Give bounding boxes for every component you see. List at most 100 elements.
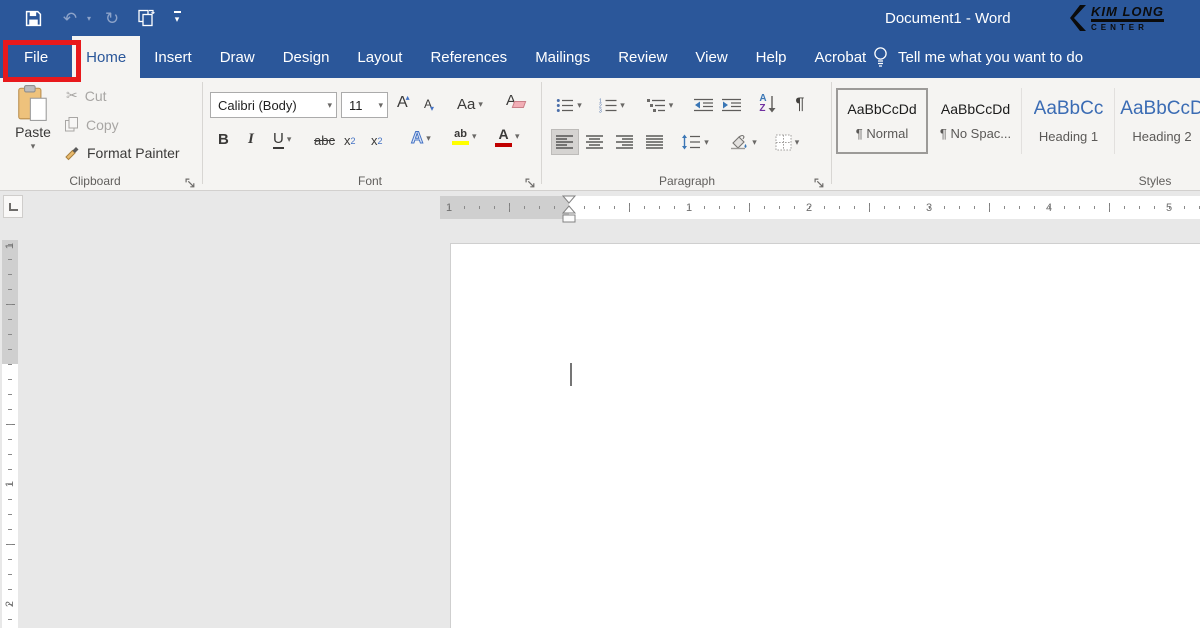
cut-button[interactable]: ✂ Cut [66, 87, 107, 104]
font-size-combo[interactable]: 11 ▾ [341, 92, 388, 118]
document-page[interactable] [450, 243, 1200, 628]
chevron-down-icon[interactable]: ▾ [704, 137, 709, 148]
style-preview: AaBbCcD [1120, 98, 1200, 120]
superscript-button[interactable]: x2 [371, 133, 383, 148]
tab-insert[interactable]: Insert [140, 36, 206, 78]
indent-markers[interactable] [562, 195, 577, 228]
style-no-spacing[interactable]: AaBbCcDd ¶ No Spac... [930, 88, 1022, 154]
left-indent-marker[interactable] [563, 215, 575, 222]
paragraph-group-label: Paragraph [622, 174, 752, 188]
format-painter-button[interactable]: Format Painter [64, 144, 180, 161]
shading-bucket-icon [729, 134, 749, 151]
chevron-down-icon[interactable]: ▾ [378, 100, 383, 111]
customize-quick-access-button[interactable]: ▾ [168, 0, 186, 36]
justify-button[interactable] [641, 129, 669, 155]
copy-quick-button[interactable] [132, 0, 160, 36]
clear-formatting-button[interactable]: A [506, 92, 525, 109]
change-case-button[interactable]: Aa ▾ [457, 96, 483, 113]
underline-icon: U [273, 131, 284, 149]
tab-help[interactable]: Help [742, 36, 801, 78]
tab-stop-selector[interactable] [3, 195, 23, 218]
italic-button[interactable]: I [248, 131, 254, 148]
copy-button[interactable]: Copy [64, 116, 119, 133]
chevron-down-icon[interactable]: ▾ [426, 133, 431, 144]
vertical-ruler[interactable]: 1 1 2 [2, 240, 18, 628]
strikethrough-button[interactable]: abc [314, 133, 335, 148]
increase-indent-button[interactable] [719, 93, 745, 117]
chevron-down-icon[interactable]: ▾ [669, 100, 674, 111]
tab-design[interactable]: Design [269, 36, 344, 78]
highlight-color-button[interactable]: ab ▾ [452, 128, 477, 145]
show-hide-marks-button[interactable]: ¶ [788, 91, 812, 117]
multilevel-list-button[interactable]: ▾ [638, 93, 682, 117]
decrease-indent-button[interactable] [691, 93, 717, 117]
superscript-number: 2 [378, 136, 383, 146]
paragraph-dialog-launcher[interactable] [814, 176, 825, 187]
chevron-down-icon[interactable]: ▾ [515, 131, 520, 142]
align-left-button[interactable] [551, 129, 579, 155]
sort-button[interactable]: A Z [753, 91, 783, 117]
ruler-number: 5 [1163, 202, 1175, 214]
first-line-indent-marker[interactable] [563, 196, 575, 203]
font-size-value: 11 [349, 98, 363, 113]
undo-dropdown[interactable]: ▾ [84, 0, 94, 36]
tab-references[interactable]: References [416, 36, 521, 78]
undo-button[interactable]: ↶ [58, 0, 82, 36]
tab-file[interactable]: File [0, 36, 72, 78]
hanging-indent-marker[interactable] [563, 206, 575, 213]
font-name-combo[interactable]: Calibri (Body) ▾ [210, 92, 337, 118]
chevron-down-icon[interactable]: ▾ [327, 100, 332, 111]
tab-view[interactable]: View [681, 36, 741, 78]
paste-button[interactable]: Paste ▾ [8, 84, 58, 170]
bullets-button[interactable]: ▾ [551, 93, 587, 117]
group-separator [202, 82, 203, 184]
subscript-button[interactable]: x2 [344, 133, 356, 148]
line-spacing-icon [681, 134, 701, 150]
justify-icon [646, 135, 664, 149]
tab-review[interactable]: Review [604, 36, 681, 78]
font-dialog-launcher[interactable] [525, 176, 536, 187]
style-heading-2[interactable]: AaBbCcD Heading 2 [1116, 88, 1200, 154]
dialog-launcher-icon [814, 178, 825, 189]
chevron-down-icon[interactable]: ▾ [577, 100, 582, 111]
tab-acrobat[interactable]: Acrobat [801, 36, 881, 78]
bold-button[interactable]: B [218, 131, 229, 148]
shrink-font-button[interactable]: A ▾ [424, 97, 436, 111]
underline-button[interactable]: U ▾ [273, 131, 291, 149]
save-icon [25, 10, 42, 27]
style-normal[interactable]: AaBbCcDd ¶ Normal [836, 88, 928, 154]
group-separator [541, 82, 542, 184]
dialog-launcher-icon [185, 178, 196, 189]
align-right-button[interactable] [611, 129, 639, 155]
chevron-down-icon[interactable]: ▾ [472, 131, 477, 142]
horizontal-ruler[interactable]: 1 1 2 3 4 5 [440, 196, 1200, 219]
tab-draw[interactable]: Draw [206, 36, 269, 78]
tab-home[interactable]: Home [72, 36, 140, 78]
ruler-number: 4 [1043, 202, 1055, 214]
chevron-down-icon[interactable]: ▾ [287, 134, 292, 145]
sort-z: Z [759, 104, 766, 114]
font-color-button[interactable]: A ▾ [495, 126, 520, 147]
chevron-down-icon[interactable]: ▾ [795, 137, 800, 148]
decrease-indent-icon [694, 98, 714, 113]
redo-button[interactable]: ↻ [100, 0, 124, 36]
numbering-button[interactable]: 123 ▾ [592, 93, 632, 117]
tell-me-box[interactable]: Tell me what you want to do [872, 36, 1083, 78]
style-heading-1[interactable]: AaBbCc Heading 1 [1023, 88, 1115, 154]
align-center-button[interactable] [581, 129, 609, 155]
down-arrow-icon: ▾ [430, 104, 434, 113]
borders-button[interactable]: ▾ [768, 129, 806, 155]
tab-mailings[interactable]: Mailings [521, 36, 604, 78]
tell-me-label: Tell me what you want to do [898, 49, 1083, 66]
text-effects-button[interactable]: A ▾ [411, 128, 431, 148]
shading-button[interactable]: ▾ [724, 129, 762, 155]
chevron-down-icon[interactable]: ▾ [752, 137, 757, 148]
save-button[interactable] [20, 0, 46, 36]
tab-layout[interactable]: Layout [343, 36, 416, 78]
grow-font-button[interactable]: A ▴ [397, 94, 412, 112]
line-spacing-button[interactable]: ▾ [676, 129, 714, 155]
logo-line1: KIM LONG [1091, 5, 1164, 22]
chevron-down-icon[interactable]: ▾ [620, 100, 625, 111]
logo-chevron-icon [1070, 5, 1088, 33]
clipboard-dialog-launcher[interactable] [185, 176, 196, 187]
